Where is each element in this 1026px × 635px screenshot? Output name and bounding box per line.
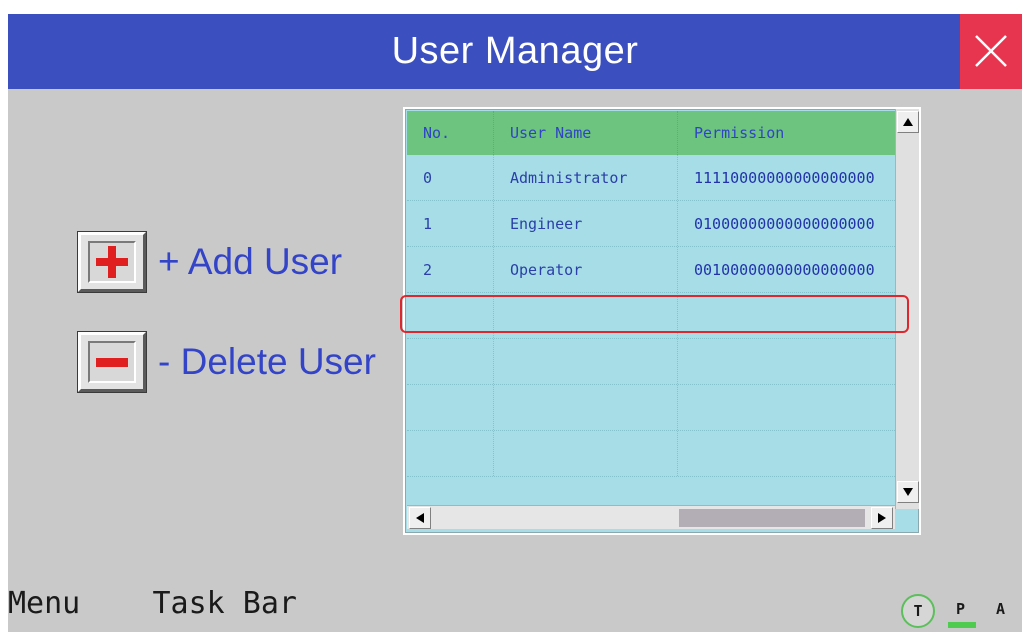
cell-empty	[677, 431, 895, 476]
delete-user-button[interactable]	[78, 332, 146, 392]
scroll-up-button[interactable]	[897, 111, 919, 133]
mode-t-indicator[interactable]: T	[901, 594, 935, 628]
delete-user-action: - Delete User	[78, 332, 376, 392]
arrow-down-icon	[903, 488, 913, 496]
add-user-action: + Add User	[78, 232, 342, 292]
delete-user-label[interactable]: - Delete User	[158, 341, 376, 383]
arrow-left-icon	[416, 513, 424, 523]
cell-empty	[493, 339, 677, 384]
table-row[interactable]: 1 Engineer 01000000000000000000	[407, 201, 895, 247]
horizontal-scrollbar[interactable]	[407, 505, 895, 529]
cell-empty	[407, 339, 493, 384]
cell-empty	[407, 431, 493, 476]
column-header-permission[interactable]: Permission	[677, 111, 895, 155]
table-row-empty[interactable]	[407, 339, 895, 385]
arrow-up-icon	[903, 118, 913, 126]
horizontal-scroll-thumb[interactable]	[679, 509, 865, 527]
minus-icon	[96, 358, 128, 367]
close-button[interactable]	[960, 14, 1022, 89]
scroll-left-button[interactable]	[409, 507, 431, 529]
cell-permission: 00100000000000000000	[677, 247, 895, 292]
cell-user-name: Administrator	[493, 155, 677, 200]
cell-empty	[407, 385, 493, 430]
add-user-button[interactable]	[78, 232, 146, 292]
arrow-right-icon	[878, 513, 886, 523]
table-row[interactable]: 2 Operator 00100000000000000000	[407, 247, 895, 293]
close-icon	[975, 35, 1007, 67]
cell-no: 1	[423, 214, 433, 233]
taskbar-button[interactable]: Task Bar	[153, 586, 298, 621]
column-header-no[interactable]: No.	[407, 111, 493, 155]
cell-empty	[493, 385, 677, 430]
column-header-user-name[interactable]: User Name	[493, 111, 677, 155]
scroll-down-button[interactable]	[897, 481, 919, 503]
cell-user-name: Engineer	[493, 201, 677, 246]
mode-a-indicator[interactable]: A	[996, 600, 1005, 618]
table-header: No. User Name Permission	[407, 111, 895, 155]
hmi-screen: User Manager + Add User - Delete User No…	[8, 14, 1022, 632]
plus-icon	[96, 246, 128, 278]
cell-no: 0	[423, 168, 433, 187]
window-title: User Manager	[391, 30, 639, 72]
cell-user-name: Operator	[493, 247, 677, 292]
cell-no: 2	[423, 260, 433, 279]
selected-row-highlight	[400, 295, 909, 333]
title-bar: User Manager	[8, 14, 1022, 89]
table-row[interactable]: 0 Administrator 11110000000000000000	[407, 155, 895, 201]
table-row-empty[interactable]	[407, 431, 895, 477]
cell-empty	[677, 385, 895, 430]
delete-user-button-face	[88, 341, 136, 383]
scroll-right-button[interactable]	[871, 507, 893, 529]
menu-button[interactable]: Menu	[8, 586, 80, 621]
cell-empty	[493, 431, 677, 476]
cell-empty	[677, 339, 895, 384]
cell-permission: 01000000000000000000	[677, 201, 895, 246]
mode-p-indicator[interactable]: P	[956, 600, 965, 618]
cell-permission: 11110000000000000000	[677, 155, 895, 200]
mode-p-active-bar	[948, 622, 976, 628]
table-row-empty[interactable]	[407, 385, 895, 431]
add-user-label[interactable]: + Add User	[158, 241, 342, 283]
add-user-button-face	[88, 241, 136, 283]
taskbar: Menu Task Bar	[8, 586, 297, 621]
